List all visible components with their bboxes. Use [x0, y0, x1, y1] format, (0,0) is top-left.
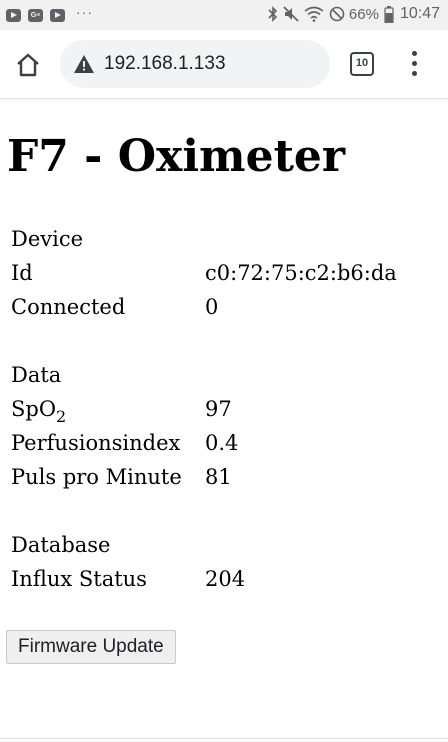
- spo2-label-text: SpO: [11, 397, 57, 421]
- device-id-value: c0:72:75:c2:b6:da: [205, 261, 397, 285]
- clock: 10:47: [399, 5, 440, 22]
- row-pulse: Puls pro Minute 81: [11, 460, 441, 494]
- do-not-disturb-icon: [329, 6, 345, 22]
- row-influx-status: Influx Status 204: [11, 562, 441, 596]
- notification-icons: G≡ ···: [6, 4, 93, 23]
- tab-switcher-button[interactable]: 10: [350, 52, 374, 76]
- section-data: Data: [11, 358, 441, 392]
- warning-icon[interactable]: [73, 54, 95, 74]
- section-heading: Data: [11, 363, 62, 387]
- connected-value: 0: [205, 295, 219, 319]
- row-perfusion-index: Perfusionsindex 0.4: [11, 426, 441, 460]
- section-device: Device: [11, 222, 441, 256]
- influx-status-value: 204: [205, 567, 246, 591]
- battery-percentage: 66%: [348, 5, 379, 23]
- url-text[interactable]: 192.168.1.133: [104, 53, 226, 75]
- perfusion-index-label: Perfusionsindex: [11, 431, 181, 455]
- spo2-subscript: 2: [56, 407, 67, 426]
- pulse-label: Puls pro Minute: [11, 465, 182, 489]
- status-bar: G≡ ··· 66% 10:47: [0, 0, 448, 30]
- youtube-icon: [50, 8, 65, 22]
- firmware-update-button[interactable]: Firmware Update: [6, 630, 176, 664]
- info-table: Device Id c0:72:75:c2:b6:da Connected 0 …: [11, 222, 441, 596]
- browser-toolbar: 192.168.1.133 10: [0, 30, 448, 99]
- pulse-value: 81: [205, 465, 232, 489]
- perfusion-index-value: 0.4: [205, 431, 239, 455]
- address-bar[interactable]: 192.168.1.133: [60, 40, 330, 88]
- divider: [0, 738, 448, 739]
- more-menu-icon[interactable]: [404, 50, 424, 78]
- row-device-id: Id c0:72:75:c2:b6:da: [11, 256, 441, 290]
- device-id-label: Id: [11, 261, 33, 285]
- section-heading: Device: [11, 227, 84, 251]
- spo2-label: SpO2: [11, 392, 66, 428]
- wifi-icon: [304, 6, 324, 22]
- section-heading: Database: [11, 533, 111, 557]
- page-content: F7 - Oximeter Device Id c0:72:75:c2:b6:d…: [0, 99, 448, 739]
- google-news-icon: G≡: [28, 8, 43, 22]
- section-database: Database: [11, 528, 441, 562]
- mute-icon: [283, 6, 299, 22]
- home-icon[interactable]: [14, 51, 42, 79]
- battery-icon: [384, 5, 394, 23]
- system-icons: 66% 10:47: [263, 5, 440, 23]
- spo2-value: 97: [205, 397, 232, 421]
- row-connected: Connected 0: [11, 290, 441, 324]
- page-title: F7 - Oximeter: [7, 131, 346, 182]
- row-spo2: SpO2 97: [11, 392, 441, 426]
- youtube-icon: [6, 8, 21, 22]
- connected-label: Connected: [11, 295, 126, 319]
- influx-status-label: Influx Status: [11, 567, 147, 591]
- bluetooth-icon: [268, 6, 278, 22]
- more-notifications-icon: ···: [76, 4, 93, 20]
